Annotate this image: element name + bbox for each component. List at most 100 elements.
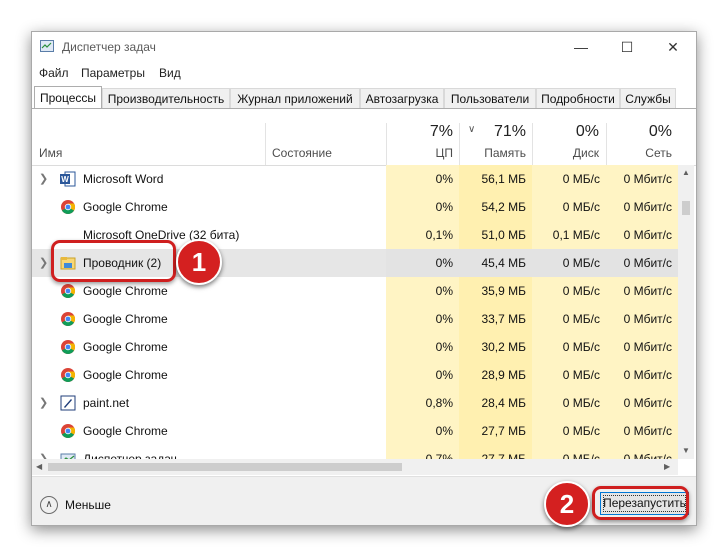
cpu-total: 7% [429, 123, 453, 140]
task-manager-icon [40, 40, 54, 52]
process-name: Google Chrome [83, 200, 168, 214]
tab-details[interactable]: Подробности [536, 88, 620, 108]
fewer-details-link[interactable]: Меньше [65, 498, 111, 512]
column-disk[interactable]: Диск [535, 146, 599, 160]
tab-users[interactable]: Пользователи [444, 88, 536, 108]
table-row[interactable]: Google Chrome 0% 28,9 МБ 0 МБ/с 0 Мбит/с [32, 361, 678, 389]
minimize-button[interactable]: ― [558, 32, 604, 62]
process-name: Microsoft Word [83, 172, 164, 186]
process-memory: 28,4 МБ [481, 396, 526, 410]
column-separator [532, 123, 533, 165]
table-row[interactable]: ❯ W Microsoft Word 0% 56,1 МБ 0 МБ/с 0 Мбит/с [32, 165, 678, 193]
process-disk: 0 МБ/с [562, 396, 600, 410]
process-memory: 27,7 МБ [481, 424, 526, 438]
chevron-right-icon[interactable]: ❯ [39, 396, 49, 409]
maximize-button[interactable]: ☐ [604, 32, 650, 62]
process-disk: 0 МБ/с [562, 340, 600, 354]
network-total: 0% [648, 123, 672, 140]
chevron-right-icon[interactable]: ❯ [39, 172, 49, 185]
menu-options[interactable]: Параметры [81, 66, 145, 80]
table-row[interactable]: Google Chrome 0% 30,2 МБ 0 МБ/с 0 Мбит/с [32, 333, 678, 361]
tab-startup[interactable]: Автозагрузка [360, 88, 444, 108]
chevron-right-icon[interactable]: ❯ [39, 452, 49, 459]
table-row[interactable]: Google Chrome 0% 27,7 МБ 0 МБ/с 0 Мбит/с [32, 417, 678, 445]
column-separator [459, 123, 460, 165]
menu-bar: Файл Параметры Вид [32, 63, 696, 83]
chrome-icon [60, 339, 76, 355]
process-network: 0 Мбит/с [623, 284, 672, 298]
process-name: paint.net [83, 396, 130, 410]
word-icon: W [60, 171, 76, 187]
vertical-scrollbar[interactable]: ▲ ▼ [678, 165, 694, 459]
process-name: Google Chrome [83, 340, 168, 354]
process-memory: 56,1 МБ [481, 172, 526, 186]
close-button[interactable]: ✕ [650, 32, 696, 62]
process-disk: 0 МБ/с [562, 172, 600, 186]
menu-view[interactable]: Вид [159, 66, 181, 80]
horizontal-scroll-thumb[interactable] [48, 463, 402, 471]
process-network: 0 Мбит/с [623, 228, 672, 242]
column-cpu[interactable]: ЦП [389, 146, 453, 160]
process-memory: 54,2 МБ [481, 200, 526, 214]
process-name: Google Chrome [83, 284, 168, 298]
column-status[interactable]: Состояние [272, 146, 332, 160]
process-memory: 28,9 МБ [481, 368, 526, 382]
column-memory[interactable]: Память [462, 146, 526, 160]
table-row[interactable]: ❯ Диспетчер задач 0,7% 27,7 МБ 0 МБ/с 0 Мбит/… [32, 445, 678, 459]
maximize-icon: ☐ [620, 39, 634, 55]
table-row[interactable]: Google Chrome 0% 54,2 МБ 0 МБ/с 0 Мбит/с [32, 193, 678, 221]
chrome-icon [60, 367, 76, 383]
process-disk: 0 МБ/с [562, 424, 600, 438]
vertical-scroll-thumb[interactable] [682, 201, 690, 215]
tab-strip: Процессы Производительность Журнал прило… [32, 86, 696, 109]
process-cpu: 0% [435, 340, 453, 354]
taskmgr-icon [60, 451, 76, 459]
tab-services[interactable]: Службы [620, 88, 676, 108]
tab-performance[interactable]: Производительность [102, 88, 230, 108]
chrome-icon [60, 283, 76, 299]
process-disk: 0 МБ/с [562, 312, 600, 326]
chevron-right-icon[interactable]: ❯ [39, 256, 49, 269]
process-memory: 51,0 МБ [481, 228, 526, 242]
process-cpu: 0% [435, 312, 453, 326]
table-row[interactable]: Google Chrome 0% 33,7 МБ 0 МБ/с 0 Мбит/с [32, 305, 678, 333]
tab-app-history[interactable]: Журнал приложений [230, 88, 360, 108]
process-disk: 0 МБ/с [562, 368, 600, 382]
explorer-highlight-frame [51, 240, 176, 282]
memory-total: 71% [493, 123, 526, 140]
column-network[interactable]: Сеть [608, 146, 672, 160]
window-title: Диспетчер задач [62, 40, 156, 54]
process-cpu: 0% [435, 424, 453, 438]
horizontal-scrollbar[interactable]: ◀ ▶ [32, 459, 678, 475]
svg-text:W: W [61, 175, 69, 184]
process-disk: 0 МБ/с [562, 452, 600, 459]
chrome-icon [60, 199, 76, 215]
disk-total: 0% [575, 123, 599, 140]
scroll-up-icon[interactable]: ▲ [682, 168, 690, 177]
menu-file[interactable]: Файл [39, 66, 69, 80]
paintnet-icon [60, 395, 76, 411]
chevron-up-circle-icon[interactable]: ∧ [40, 496, 58, 514]
process-memory: 45,4 МБ [481, 256, 526, 270]
scroll-right-icon[interactable]: ▶ [664, 462, 670, 471]
step-badge-1: 1 [176, 239, 222, 285]
process-cpu: 0% [435, 200, 453, 214]
column-header: Имя Состояние 7% ЦП ∨ 71% Память 0% Диск… [32, 109, 696, 166]
scroll-left-icon[interactable]: ◀ [36, 462, 42, 471]
tab-processes[interactable]: Процессы [34, 86, 102, 109]
process-name: Google Chrome [83, 368, 168, 382]
process-network: 0 Мбит/с [623, 256, 672, 270]
process-list: ❯ W Microsoft Word 0% 56,1 МБ 0 МБ/с 0 Мбит/с G… [32, 165, 678, 459]
process-memory: 27,7 МБ [481, 452, 526, 459]
column-separator [265, 123, 266, 165]
minimize-icon: ― [574, 39, 588, 55]
scroll-down-icon[interactable]: ▼ [682, 446, 690, 455]
table-row[interactable]: ❯ paint.net 0,8% 28,4 МБ 0 МБ/с 0 Мбит/с [32, 389, 678, 417]
process-disk: 0,1 МБ/с [552, 228, 600, 242]
close-icon: ✕ [667, 39, 679, 55]
process-network: 0 Мбит/с [623, 340, 672, 354]
process-name: Диспетчер задач [83, 452, 177, 459]
process-cpu: 0,1% [425, 228, 453, 242]
process-network: 0 Мбит/с [623, 172, 672, 186]
column-name[interactable]: Имя [39, 146, 62, 160]
